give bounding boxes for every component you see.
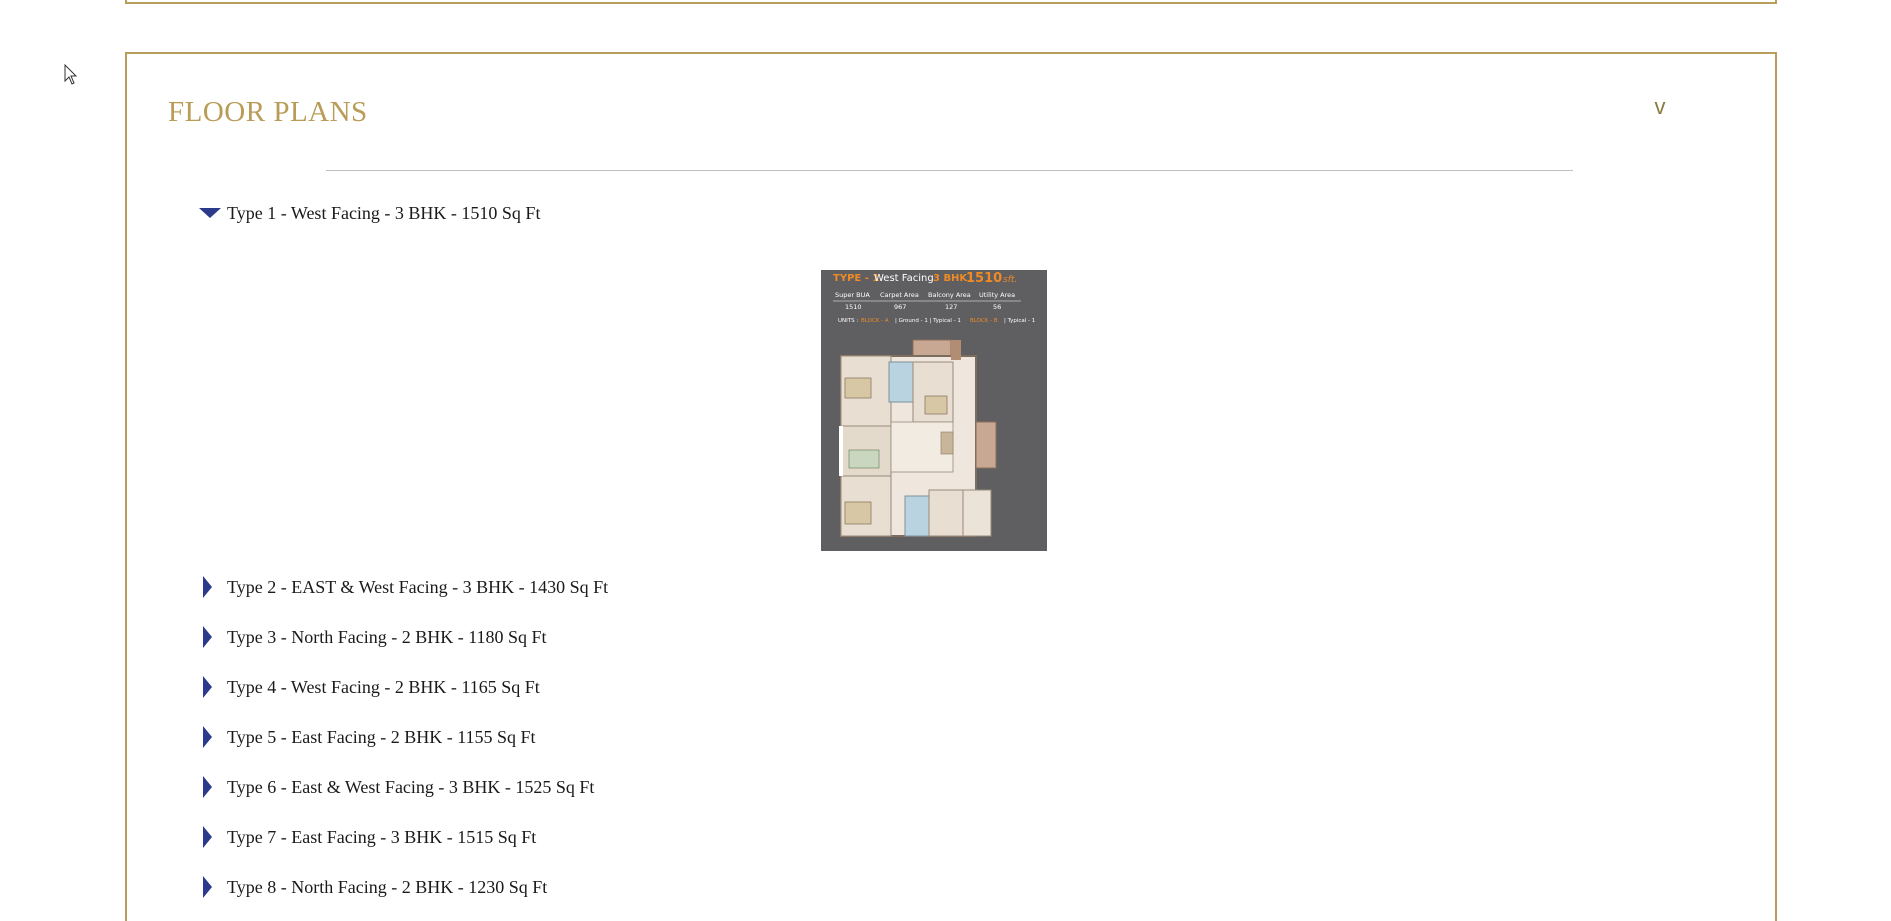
floor-plan-label: Type 6 - East & West Facing - 3 BHK - 15… [227,776,595,797]
floor-plan-drawing: TYPE - 1 West Facing 3 BHK 1510 sft. Sup… [821,270,1047,551]
fp-block-a: BLOCK - A [861,318,889,324]
floor-plan-toggle[interactable]: Type 4 - West Facing - 2 BHK - 1165 Sq F… [199,672,1599,702]
divider [326,170,1573,171]
collapse-toggle-chevron-icon[interactable]: v [1647,94,1673,120]
floor-plan-toggle[interactable]: Type 7 - East Facing - 3 BHK - 1515 Sq F… [199,822,1599,852]
floor-plan-item: Type 1 - West Facing - 3 BHK - 1510 Sq F… [199,198,1599,572]
triangle-right-icon [199,675,221,699]
triangle-right-icon [199,825,221,849]
fp-col-utility: Utility Area [979,291,1015,299]
floor-plan-toggle[interactable]: Type 5 - East Facing - 2 BHK - 1155 Sq F… [199,722,1599,752]
fp-val-balcony: 127 [945,303,957,311]
fp-block-b-detail: | Typical - 1 [1004,318,1035,324]
mouse-cursor-icon [64,64,78,85]
page: FLOOR PLANS v Type 1 - West Facing - 3 B… [0,0,1891,921]
floor-plan-label: Type 4 - West Facing - 2 BHK - 1165 Sq F… [227,676,540,697]
fp-area-unit: sft. [1003,275,1017,285]
floor-plan-item: Type 7 - East Facing - 3 BHK - 1515 Sq F… [199,822,1599,872]
fp-col-carpet: Carpet Area [880,291,919,299]
fp-bhk: 3 BHK [933,273,968,284]
floor-plan-toggle[interactable]: Type 3 - North Facing - 2 BHK - 1180 Sq … [199,622,1599,652]
triangle-right-icon [199,725,221,749]
floor-plan-label: Type 5 - East Facing - 2 BHK - 1155 Sq F… [227,726,536,747]
fp-block-a-detail: | Ground - 1 | Typical - 1 [895,318,961,324]
triangle-down-icon [199,201,221,225]
floor-plan-label: Type 2 - EAST & West Facing - 3 BHK - 14… [227,576,609,597]
floor-plan-item: Type 4 - West Facing - 2 BHK - 1165 Sq F… [199,672,1599,722]
fp-area: 1510 [966,271,1002,286]
floor-plan-toggle[interactable]: Type 2 - EAST & West Facing - 3 BHK - 14… [199,572,1599,602]
chevron-down-icon: v [1654,94,1666,119]
floor-plan-toggle[interactable]: Type 6 - East & West Facing - 3 BHK - 15… [199,772,1599,802]
triangle-right-icon [199,625,221,649]
fp-val-carpet: 967 [894,303,906,311]
previous-section-box [125,0,1777,4]
floor-plan-label: Type 3 - North Facing - 2 BHK - 1180 Sq … [227,626,547,647]
fp-col-balcony: Balcony Area [928,291,971,299]
section-title: FLOOR PLANS [168,96,368,128]
floor-plan-toggle[interactable]: Type 8 - North Facing - 2 BHK - 1230 Sq … [199,872,1599,902]
triangle-right-icon [199,575,221,599]
fp-val-utility: 56 [993,303,1001,311]
floor-plans-section: FLOOR PLANS v Type 1 - West Facing - 3 B… [125,52,1777,921]
fp-val-super-bua: 1510 [845,303,862,311]
fp-type-label: TYPE - 1 [833,273,879,284]
fp-facing: West Facing [874,273,934,284]
floor-plan-label: Type 1 - West Facing - 3 BHK - 1510 Sq F… [227,202,541,223]
fp-col-super-bua: Super BUA [835,291,870,299]
fp-layout-drawing [839,339,997,537]
floor-plan-label: Type 8 - North Facing - 2 BHK - 1230 Sq … [227,876,548,897]
fp-units-prefix: UNITS : [838,318,858,324]
floor-plan-list: Type 1 - West Facing - 3 BHK - 1510 Sq F… [199,198,1599,921]
floor-plan-item: Type 8 - North Facing - 2 BHK - 1230 Sq … [199,872,1599,921]
floor-plan-panel: TYPE - 1 West Facing 3 BHK 1510 sft. Sup… [199,228,1599,572]
floor-plan-label: Type 7 - East Facing - 3 BHK - 1515 Sq F… [227,826,537,847]
floor-plan-image[interactable]: TYPE - 1 West Facing 3 BHK 1510 sft. Sup… [821,270,1047,551]
floor-plan-item: Type 5 - East Facing - 2 BHK - 1155 Sq F… [199,722,1599,772]
triangle-right-icon [199,775,221,799]
floor-plan-toggle[interactable]: Type 1 - West Facing - 3 BHK - 1510 Sq F… [199,198,1599,228]
fp-block-b: BLOCK - B [970,318,998,324]
floor-plan-item: Type 6 - East & West Facing - 3 BHK - 15… [199,772,1599,822]
floor-plan-item: Type 2 - EAST & West Facing - 3 BHK - 14… [199,572,1599,622]
floor-plan-item: Type 3 - North Facing - 2 BHK - 1180 Sq … [199,622,1599,672]
triangle-right-icon [199,875,221,899]
